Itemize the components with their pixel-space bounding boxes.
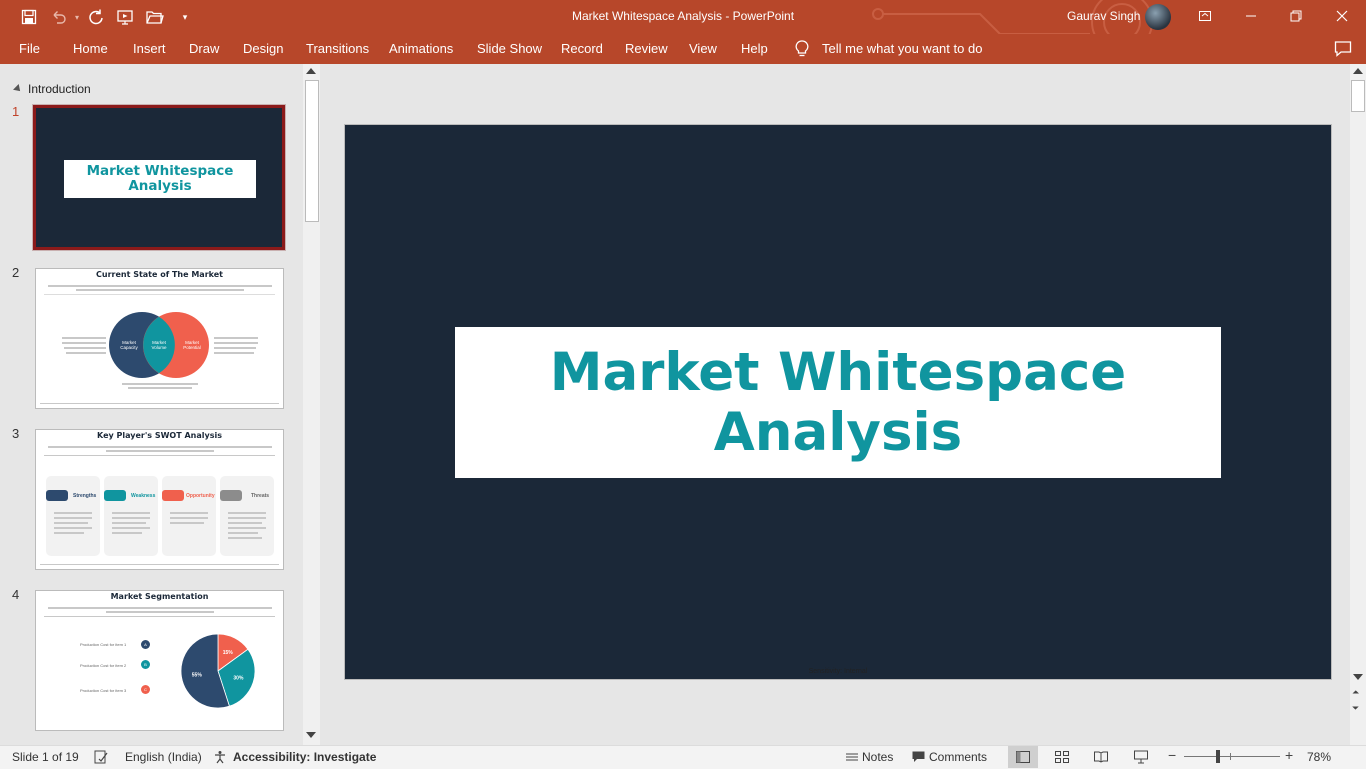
close-icon[interactable] — [1322, 2, 1362, 30]
tab-home[interactable]: Home — [73, 41, 108, 56]
tab-design[interactable]: Design — [243, 41, 283, 56]
slide-thumbnail-pane: Introduction 1 Market Whitespace Analysi… — [0, 64, 303, 745]
venn-label: Market Potential — [183, 340, 201, 350]
comments-status-icon[interactable] — [912, 751, 925, 766]
pie-chart: 15% 30% 55% — [180, 633, 256, 709]
avatar[interactable] — [1145, 4, 1171, 30]
restore-icon[interactable] — [1276, 2, 1316, 30]
thumb-title-box: Market Whitespace Analysis — [64, 160, 256, 198]
slide-counter[interactable]: Slide 1 of 19 — [12, 750, 79, 764]
venn-diagram — [40, 285, 279, 404]
scroll-down-icon[interactable] — [306, 732, 316, 738]
comments-icon[interactable] — [1334, 40, 1352, 63]
slide-title[interactable]: Market Whitespace Analysis — [550, 342, 1126, 463]
legend-badge: C — [141, 685, 150, 694]
thumb-title: Market Whitespace Analysis — [86, 163, 234, 194]
slide-thumbnail-4[interactable]: Market Segmentation Production Cost for … — [35, 590, 284, 731]
sensitivity-label: Sensitivity: Internal — [808, 668, 868, 675]
accessibility-status[interactable]: Accessibility: Investigate — [233, 750, 376, 764]
legend-badge: B — [141, 660, 150, 669]
title-placeholder[interactable]: Market Whitespace Analysis — [455, 327, 1221, 478]
comments-button[interactable]: Comments — [929, 750, 987, 764]
scroll-up-icon[interactable] — [1353, 68, 1363, 74]
tab-insert[interactable]: Insert — [133, 41, 166, 56]
tab-slide-show[interactable]: Slide Show — [477, 41, 542, 56]
tab-review[interactable]: Review — [625, 41, 668, 56]
title-bar: ▾ ▾ Market Whitespace Analysis - PowerPo… — [0, 0, 1366, 59]
tab-help[interactable]: Help — [741, 41, 768, 56]
slide-canvas[interactable]: Market Whitespace Analysis Sensitivity: … — [344, 124, 1332, 680]
swot-label: Opportunity — [186, 493, 215, 499]
legend-item: Production Cost for item 1 — [80, 642, 127, 647]
tab-file[interactable]: File — [19, 41, 40, 56]
next-slide-icon[interactable]: ⏷ — [1352, 704, 1359, 713]
slide-scrollbar[interactable]: ⏶ ⏷ — [1350, 64, 1366, 745]
scroll-thumb[interactable] — [305, 80, 319, 222]
scroll-down-icon[interactable] — [1353, 674, 1363, 680]
slide-thumbnail-2[interactable]: Current State of The Market Market Capac… — [35, 268, 284, 409]
user-name[interactable]: Gaurav Singh — [1067, 9, 1140, 23]
slide-show-icon[interactable] — [1134, 750, 1148, 767]
slide-number: 1 — [12, 104, 20, 119]
section-title[interactable]: Introduction — [28, 82, 91, 96]
zoom-level[interactable]: 78% — [1307, 750, 1331, 764]
spelling-check-icon[interactable] — [94, 750, 108, 767]
normal-view-button[interactable] — [1008, 746, 1038, 768]
notes-button[interactable]: Notes — [862, 750, 893, 764]
slide-sorter-icon[interactable] — [1055, 751, 1069, 766]
tell-me-search[interactable]: Tell me what you want to do — [822, 41, 982, 56]
zoom-slider-midmark — [1230, 753, 1231, 760]
minimize-icon[interactable] — [1231, 2, 1271, 30]
zoom-in-icon[interactable]: + — [1285, 747, 1293, 763]
swot-label: Strengths — [73, 493, 97, 499]
swot-label: Threats — [251, 493, 270, 499]
language-indicator[interactable]: English (India) — [125, 750, 202, 764]
pie-label: 55% — [192, 672, 203, 678]
swot-label: Weakness — [131, 493, 156, 499]
thumbnail-scrollbar[interactable] — [303, 64, 320, 745]
scroll-up-icon[interactable] — [306, 68, 316, 74]
slide-number: 3 — [12, 426, 20, 441]
pie-label: 30% — [233, 676, 244, 682]
reading-view-icon[interactable] — [1094, 751, 1108, 766]
zoom-slider-thumb[interactable] — [1216, 750, 1220, 763]
tab-record[interactable]: Record — [561, 41, 603, 56]
legend-item: Production Cost for item 3 — [80, 688, 127, 693]
collapse-section-icon[interactable] — [13, 84, 23, 94]
slide-thumbnail-3[interactable]: Key Player's SWOT Analysis Strengths Wea… — [35, 429, 284, 570]
previous-slide-icon[interactable]: ⏶ — [1352, 688, 1359, 697]
slide-number: 2 — [12, 265, 20, 280]
tab-draw[interactable]: Draw — [189, 41, 219, 56]
scroll-thumb[interactable] — [1351, 80, 1365, 112]
notes-icon[interactable] — [846, 751, 858, 766]
ribbon-display-options-icon[interactable] — [1185, 2, 1225, 30]
pie-label: 15% — [223, 650, 234, 656]
venn-label: Market Capacity — [120, 340, 138, 350]
tab-view[interactable]: View — [689, 41, 717, 56]
accessibility-icon[interactable] — [213, 750, 229, 767]
slide-thumbnail-1[interactable]: Market Whitespace Analysis — [32, 104, 286, 251]
slide-number: 4 — [12, 587, 20, 602]
legend-item: Production Cost for item 2 — [80, 663, 127, 668]
tab-transitions[interactable]: Transitions — [306, 41, 369, 56]
zoom-slider[interactable] — [1184, 756, 1280, 757]
legend-badge: A — [141, 640, 150, 649]
zoom-out-icon[interactable]: − — [1168, 747, 1176, 763]
tab-animations[interactable]: Animations — [389, 41, 453, 56]
ribbon-tab-bar: File Home Insert Draw Design Transitions… — [0, 34, 1366, 64]
swot-graphic — [40, 446, 279, 565]
venn-label: Market Volume — [151, 340, 167, 350]
status-bar: Slide 1 of 19 English (India) Accessibil… — [0, 745, 1366, 769]
lightbulb-icon[interactable] — [795, 40, 809, 63]
